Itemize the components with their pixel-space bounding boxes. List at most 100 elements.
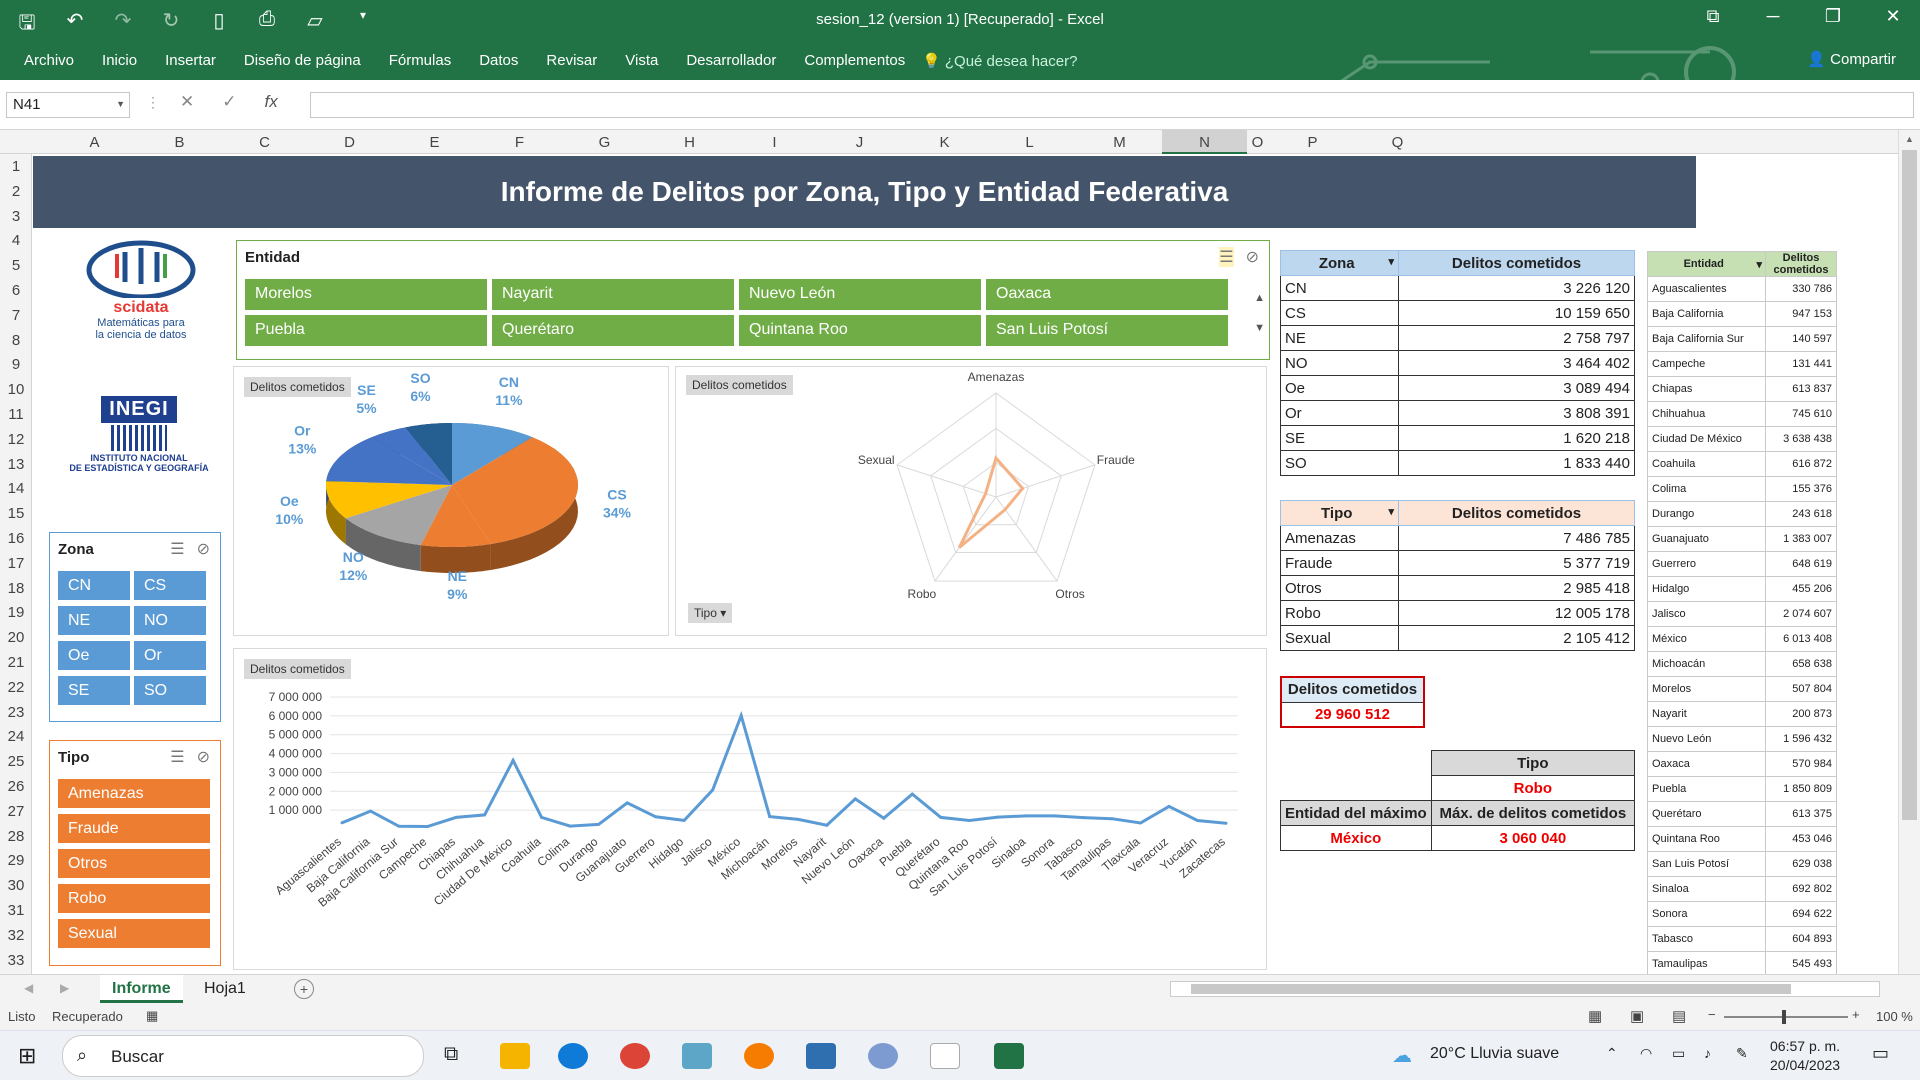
entidad-slicer-item[interactable]: Morelos [245, 279, 487, 310]
multi-select-icon[interactable]: ☰ [1219, 247, 1234, 267]
zona_table-header[interactable]: Zona ▾ [1280, 250, 1399, 276]
zona_table-header[interactable]: Delitos cometidos [1398, 250, 1635, 276]
zona-slicer-item[interactable]: Or [134, 641, 206, 670]
entidad_table-label-cell[interactable]: Nayarit [1647, 701, 1766, 727]
menu-item[interactable]: Insertar [151, 52, 230, 69]
zona_table-value-cell[interactable]: 1 620 218 [1398, 425, 1635, 451]
row-header[interactable]: 13 [0, 456, 32, 473]
filter-dropdown-icon[interactable]: ▾ [1756, 258, 1762, 271]
zona_table-value-cell[interactable]: 2 758 797 [1398, 325, 1635, 351]
zona_table-label-cell[interactable]: Or [1280, 400, 1399, 426]
entidad_table-label-cell[interactable]: Chiapas [1647, 376, 1766, 402]
zona-slicer-item[interactable]: SO [134, 676, 206, 705]
zona-slicer-item[interactable]: CS [134, 571, 206, 600]
entidad_table-label-cell[interactable]: Colima [1647, 476, 1766, 502]
r-icon[interactable] [868, 1043, 898, 1069]
restore-icon[interactable]: ❐ [1816, 6, 1850, 27]
column-header[interactable]: B [137, 134, 222, 151]
tipo-slicer-item[interactable]: Robo [58, 884, 210, 913]
line-point[interactable] [1053, 814, 1057, 818]
close-icon[interactable]: ✕ [1876, 6, 1910, 27]
menu-item[interactable]: Desarrollador [672, 52, 790, 69]
zona_table-label-cell[interactable]: Oe [1280, 375, 1399, 401]
column-header[interactable]: L [987, 134, 1072, 151]
entidad_table-value-cell[interactable]: 140 597 [1765, 326, 1837, 352]
tipo_table-header[interactable]: Tipo ▾ [1280, 500, 1399, 526]
line-point[interactable] [340, 821, 344, 825]
tipo_table-header[interactable]: Delitos cometidos [1398, 500, 1635, 526]
clock[interactable]: 06:57 p. m. 20/04/2023 [1770, 1037, 1840, 1075]
line-point[interactable] [1224, 821, 1228, 825]
line-point[interactable] [882, 816, 886, 820]
tipo_table-value-cell[interactable]: 2 105 412 [1398, 625, 1635, 651]
entidad_table-label-cell[interactable]: Chihuahua [1647, 401, 1766, 427]
entidad_table-value-cell[interactable]: 629 038 [1765, 851, 1837, 877]
entidad_table-label-cell[interactable]: Hidalgo [1647, 576, 1766, 602]
tipo_table-value-cell[interactable]: 2 985 418 [1398, 575, 1635, 601]
zona-slicer-item[interactable]: NE [58, 606, 130, 635]
zona-slicer-item[interactable]: CN [58, 571, 130, 600]
entidad_table-value-cell[interactable]: 507 804 [1765, 676, 1837, 702]
line-point[interactable] [796, 817, 800, 821]
entidad_table-label-cell[interactable]: Querétaro [1647, 801, 1766, 827]
row-header[interactable]: 25 [0, 753, 32, 770]
cancel-icon[interactable]: ✕ [180, 92, 194, 112]
column-header[interactable]: N [1162, 130, 1247, 154]
zona_table-label-cell[interactable]: CS [1280, 300, 1399, 326]
line-point[interactable] [369, 809, 372, 813]
entidad_table-label-cell[interactable]: Nuevo León [1647, 726, 1766, 752]
entidad_table-label-cell[interactable]: Campeche [1647, 351, 1766, 377]
row-header[interactable]: 15 [0, 505, 32, 522]
page-break-icon[interactable]: ▤ [1672, 1007, 1686, 1025]
column-header[interactable]: Q [1355, 134, 1440, 151]
entidad_table-header[interactable]: Delitos cometidos [1765, 251, 1837, 277]
tipo_table-label-cell[interactable]: Fraude [1280, 550, 1399, 576]
column-header[interactable]: O [1245, 134, 1270, 151]
zona_table-label-cell[interactable]: NO [1280, 350, 1399, 376]
entidad_table-value-cell[interactable]: 745 610 [1765, 401, 1837, 427]
entidad-slicer-item[interactable]: Oaxaca [986, 279, 1228, 310]
tray-chevron-icon[interactable]: ⌃ [1606, 1045, 1618, 1062]
column-header[interactable]: E [392, 134, 477, 151]
windows-start-icon[interactable]: ⊞ [18, 1043, 36, 1069]
h-scroll-thumb[interactable] [1191, 984, 1791, 994]
clear-filter-icon[interactable]: ⊘ [197, 747, 210, 767]
zona_table-value-cell[interactable]: 10 159 650 [1398, 300, 1635, 326]
entidad_table-value-cell[interactable]: 455 206 [1765, 576, 1837, 602]
weather-text[interactable]: 20°C Lluvia suave [1430, 1045, 1559, 1063]
entidad_table-label-cell[interactable]: Jalisco [1647, 601, 1766, 627]
row-header[interactable]: 1 [0, 158, 32, 175]
row-header[interactable]: 11 [0, 406, 32, 423]
row-header[interactable]: 12 [0, 431, 32, 448]
column-header[interactable]: I [732, 134, 817, 151]
jupyter-icon[interactable] [744, 1043, 774, 1069]
line-point[interactable] [597, 822, 601, 826]
row-header[interactable]: 30 [0, 877, 32, 894]
line-point[interactable] [1081, 816, 1085, 820]
slicer-scroll[interactable]: ▲ ▼ [1254, 283, 1265, 343]
zona_table-value-cell[interactable]: 3 226 120 [1398, 275, 1635, 301]
column-header[interactable]: K [902, 134, 987, 151]
line-point[interactable] [397, 824, 401, 828]
row-header[interactable]: 10 [0, 381, 32, 398]
zona_table-label-cell[interactable]: NE [1280, 325, 1399, 351]
entidad_table-label-cell[interactable]: Oaxaca [1647, 751, 1766, 777]
column-header[interactable]: J [817, 134, 902, 151]
entidad_table-value-cell[interactable]: 613 837 [1765, 376, 1837, 402]
entidad_table-label-cell[interactable]: Tabasco [1647, 926, 1766, 952]
entidad_table-value-cell[interactable]: 131 441 [1765, 351, 1837, 377]
scroll-thumb[interactable] [1902, 150, 1917, 820]
zoom-thumb[interactable] [1782, 1010, 1786, 1024]
entidad_table-label-cell[interactable]: Baja California [1647, 301, 1766, 327]
entidad_table-label-cell[interactable]: Tamaulipas [1647, 951, 1766, 974]
column-header[interactable]: F [477, 134, 562, 151]
multi-select-icon[interactable]: ☰ [170, 747, 184, 767]
entidad_table-label-cell[interactable]: Ciudad De México [1647, 426, 1766, 452]
zona_table-value-cell[interactable]: 3 808 391 [1398, 400, 1635, 426]
fx-icon[interactable]: fx [265, 92, 278, 112]
entidad_table-value-cell[interactable]: 1 383 007 [1765, 526, 1837, 552]
tipo_table-label-cell[interactable]: Otros [1280, 575, 1399, 601]
row-header[interactable]: 26 [0, 778, 32, 795]
row-header[interactable]: 24 [0, 728, 32, 745]
zona_table-label-cell[interactable]: SE [1280, 425, 1399, 451]
